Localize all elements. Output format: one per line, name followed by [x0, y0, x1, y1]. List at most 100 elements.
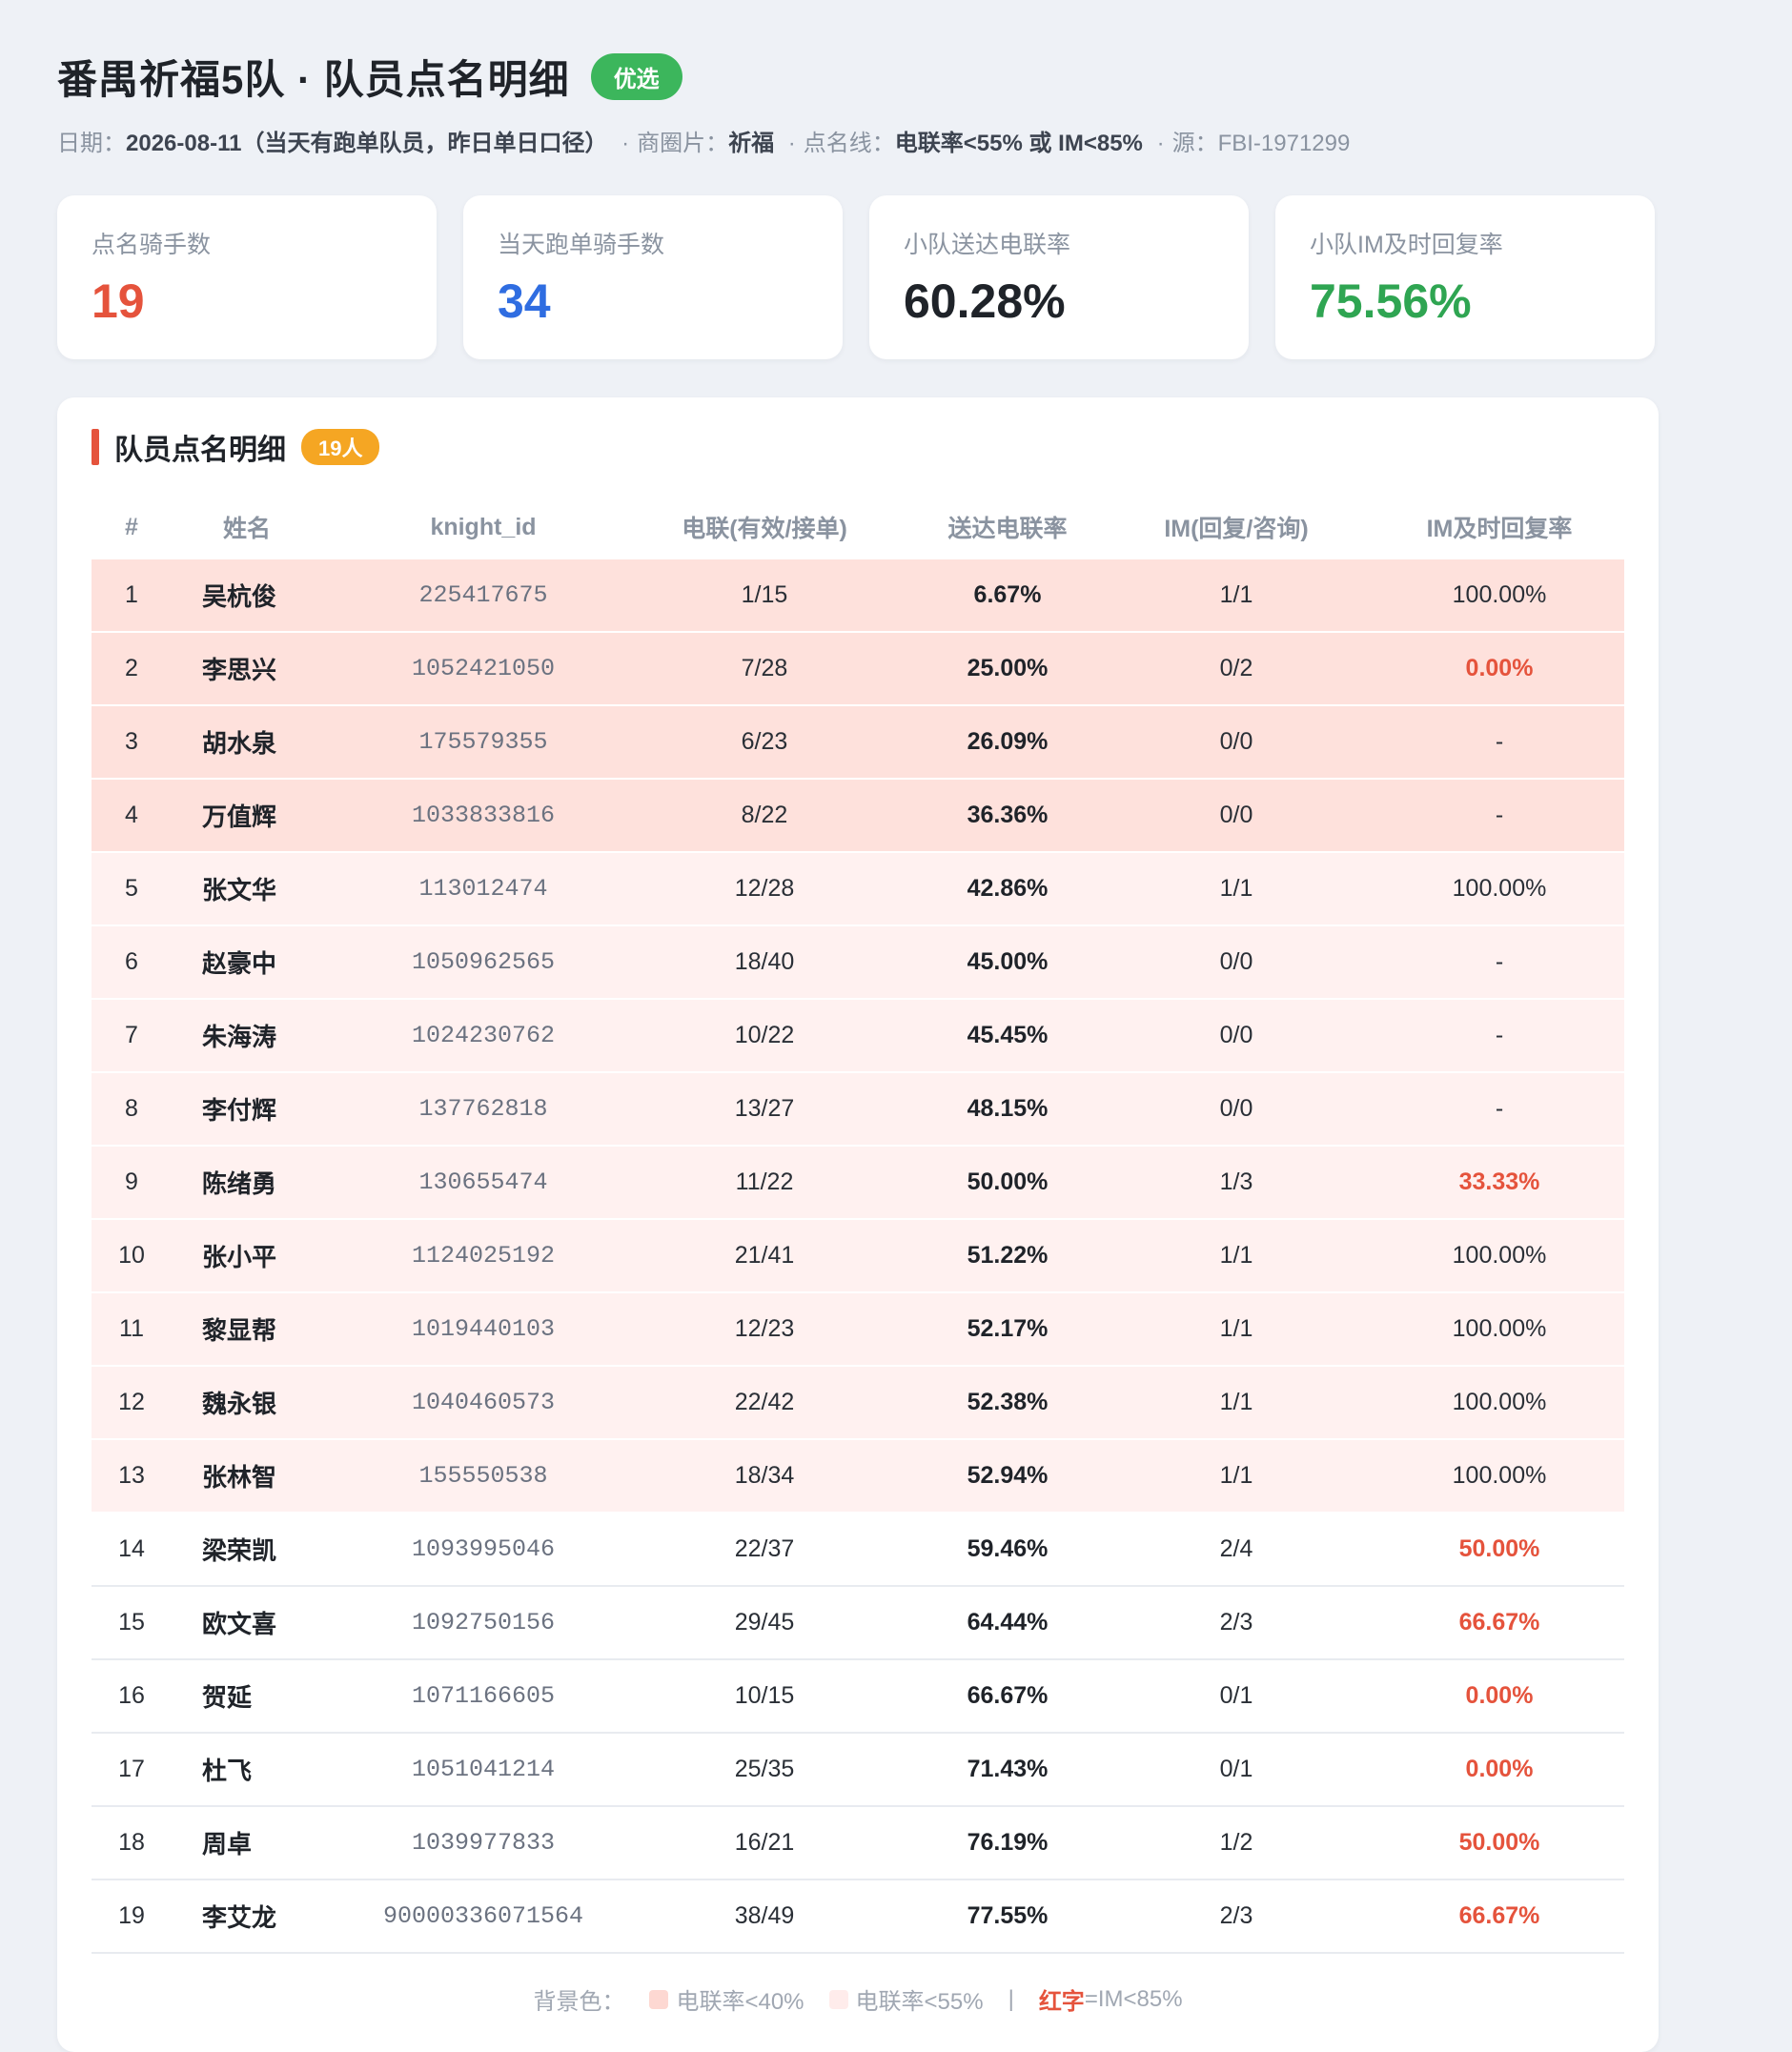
cell-call: 10/15	[612, 1659, 917, 1734]
cell-im-rate: 0.00%	[1375, 632, 1624, 706]
cell-call-rate: 66.67%	[917, 1659, 1098, 1734]
cell-knight-id: 1040460573	[355, 1366, 612, 1440]
column-header-im: IM(回复/咨询)	[1164, 516, 1309, 542]
cell-knight-id: 1071166605	[355, 1659, 612, 1734]
area-value: 祈福	[728, 131, 775, 156]
cell-call-rate: 25.00%	[917, 632, 1098, 706]
cell-im: 1/1	[1098, 852, 1375, 926]
cell-call: 16/21	[612, 1806, 917, 1880]
cell-im-rate: -	[1375, 1072, 1624, 1147]
panel-title: 队员点名明细	[114, 435, 286, 466]
table-row: 15 欧文喜 1092750156 29/45 64.44% 2/3 66.67%	[92, 1586, 1624, 1660]
cell-name: 万值辉	[172, 779, 355, 853]
meta-line: 日期：2026-08-11（当天有跑单队员，昨日单日口径） · 商圈片：祈福 · 点…	[57, 124, 1659, 157]
cell-call-rate: 45.45%	[917, 999, 1098, 1073]
cell-knight-id: 1050962565	[355, 925, 612, 1000]
cell-im-rate: 0.00%	[1375, 1659, 1624, 1734]
cell-index: 12	[92, 1366, 172, 1440]
cell-call-rate: 42.86%	[917, 852, 1098, 926]
cell-index: 15	[92, 1586, 172, 1660]
meta-separator: ·	[621, 131, 630, 156]
cell-knight-id: 1051041214	[355, 1733, 612, 1807]
cell-name: 周卓	[172, 1806, 355, 1880]
table-row: 17 杜飞 1051041214 25/35 71.43% 0/1 0.00%	[92, 1733, 1624, 1807]
cell-call-rate: 76.19%	[917, 1806, 1098, 1880]
tier-badge: 优选	[590, 52, 682, 100]
kpi-cards: 点名骑手数 19 当天跑单骑手数 34 小队送达电联率 60.28% 小队IM及…	[57, 195, 1659, 359]
cell-name: 李付辉	[172, 1072, 355, 1147]
table-row: 16 贺延 1071166605 10/15 66.67% 0/1 0.00%	[92, 1659, 1624, 1734]
table-row: 4 万值辉 1033833816 8/22 36.36% 0/0-	[92, 779, 1624, 853]
cell-im: 0/0	[1098, 999, 1375, 1073]
threshold-label: 点名线：	[803, 131, 895, 156]
table-row: 10 张小平 1124025192 21/41 51.22% 1/1 100.00%	[92, 1219, 1624, 1293]
cell-index: 11	[92, 1292, 172, 1367]
cell-call: 12/28	[612, 852, 917, 926]
cell-im-rate: 66.67%	[1375, 1586, 1624, 1660]
legend: 背景色： 电联率<40% 电联率<55% | 红字 =IM<85%	[92, 1982, 1624, 2016]
cell-im-rate: 100.00%	[1375, 1366, 1624, 1440]
cell-im: 1/1	[1098, 1219, 1375, 1293]
cell-knight-id: 1039977833	[355, 1806, 612, 1880]
cell-im: 0/0	[1098, 1072, 1375, 1147]
cell-im: 1/1	[1098, 559, 1375, 633]
cell-call: 10/22	[612, 999, 917, 1073]
cell-call: 11/22	[612, 1146, 917, 1220]
cell-knight-id: 1052421050	[355, 632, 612, 706]
cell-im: 1/1	[1098, 1292, 1375, 1367]
cell-im: 0/1	[1098, 1659, 1375, 1734]
kpi-label: 点名骑手数	[92, 232, 212, 258]
legend-swatch-pink	[828, 1989, 848, 2009]
cell-call-rate: 50.00%	[917, 1146, 1098, 1220]
meta-separator: ·	[787, 131, 796, 156]
cell-call-rate: 52.94%	[917, 1439, 1098, 1514]
cell-index: 19	[92, 1879, 172, 1954]
cell-index: 14	[92, 1513, 172, 1587]
cell-call-rate: 52.38%	[917, 1366, 1098, 1440]
cell-name: 梁荣凯	[172, 1513, 355, 1587]
cell-knight-id: 1024230762	[355, 999, 612, 1073]
cell-index: 16	[92, 1659, 172, 1734]
cell-index: 3	[92, 705, 172, 780]
cell-call: 12/23	[612, 1292, 917, 1367]
cell-im: 0/0	[1098, 925, 1375, 1000]
cell-im: 0/2	[1098, 632, 1375, 706]
column-header-index: #	[125, 513, 138, 540]
cell-call-rate: 64.44%	[917, 1586, 1098, 1660]
cell-call-rate: 59.46%	[917, 1513, 1098, 1587]
kpi-value: 60.28%	[904, 274, 1066, 328]
cell-call: 18/40	[612, 925, 917, 1000]
cell-im-rate: -	[1375, 999, 1624, 1073]
cell-knight-id: 137762818	[355, 1072, 612, 1147]
legend-swatch-red	[649, 1989, 669, 2009]
cell-call-rate: 48.15%	[917, 1072, 1098, 1147]
cell-call: 38/49	[612, 1879, 917, 1954]
page-title: 番禺祈福5队 · 队员点名明细	[57, 56, 570, 102]
title-row: 番禺祈福5队 · 队员点名明细 优选	[57, 50, 1659, 103]
cell-im-rate: 50.00%	[1375, 1513, 1624, 1587]
cell-im: 2/3	[1098, 1586, 1375, 1660]
column-header-name: 姓名	[223, 516, 272, 542]
cell-call: 22/37	[612, 1513, 917, 1587]
table-row: 11 黎显帮 1019440103 12/23 52.17% 1/1 100.00%	[92, 1292, 1624, 1367]
column-header-knight-id: knight_id	[430, 513, 537, 540]
table-row: 8 李付辉 137762818 13/27 48.15% 0/0-	[92, 1072, 1624, 1147]
cell-knight-id: 130655474	[355, 1146, 612, 1220]
kpi-label: 小队IM及时回复率	[1310, 232, 1503, 258]
cell-name: 魏永银	[172, 1366, 355, 1440]
table-header-row: # 姓名 knight_id 电联(有效/接单) 送达电联率 IM(回复/咨询)…	[92, 495, 1624, 559]
table-row: 3 胡水泉 175579355 6/23 26.09% 0/0-	[92, 705, 1624, 780]
cell-knight-id: 225417675	[355, 559, 612, 633]
cell-name: 李艾龙	[172, 1879, 355, 1954]
cell-im-rate: 0.00%	[1375, 1733, 1624, 1807]
cell-knight-id: 1092750156	[355, 1586, 612, 1660]
cell-name: 朱海涛	[172, 999, 355, 1073]
table-row: 1 吴杭俊 225417675 1/15 6.67% 1/1 100.00%	[92, 559, 1624, 633]
cell-call: 18/34	[612, 1439, 917, 1514]
legend-divider: |	[1008, 1985, 1014, 2012]
cell-im: 0/0	[1098, 705, 1375, 780]
cell-knight-id: 1124025192	[355, 1219, 612, 1293]
rollcall-panel: 队员点名明细 19人 # 姓名 knight_id 电联(有效/接单) 送达电联…	[57, 397, 1659, 2052]
cell-name: 李思兴	[172, 632, 355, 706]
kpi-value: 34	[498, 274, 551, 328]
